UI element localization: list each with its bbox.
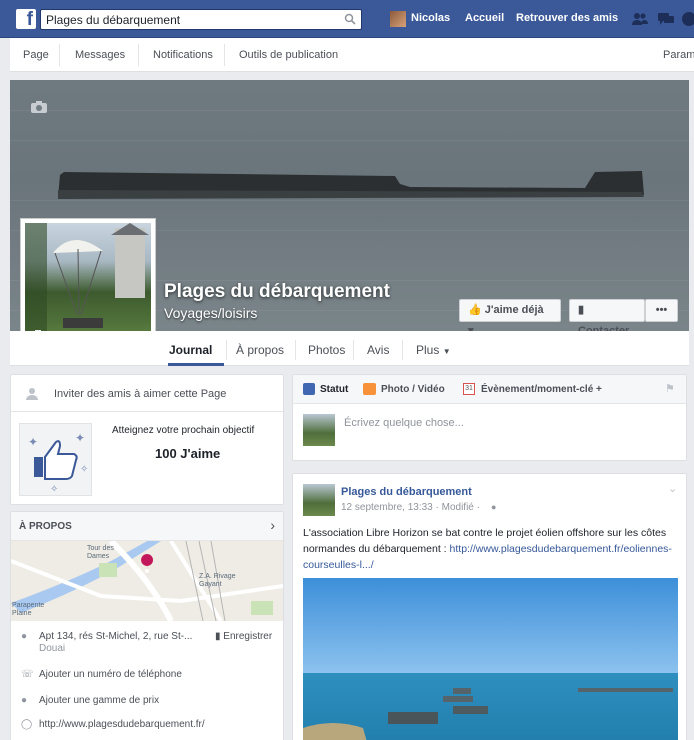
camera-icon[interactable] bbox=[30, 100, 48, 114]
facebook-logo-icon[interactable]: f bbox=[16, 9, 36, 30]
tab-more[interactable]: Plus ▼ bbox=[416, 343, 451, 357]
search-box bbox=[40, 9, 362, 30]
divider bbox=[402, 340, 403, 360]
search-input[interactable] bbox=[41, 10, 337, 29]
bookmark-icon: ▮ bbox=[215, 631, 221, 642]
search-icon[interactable] bbox=[344, 13, 356, 25]
page-category[interactable]: Voyages/loisirs bbox=[164, 305, 257, 321]
page-tabs: Journal À propos Photos Avis Plus ▼ bbox=[10, 331, 689, 366]
price-icon: ● bbox=[21, 695, 28, 706]
svg-text:✧: ✧ bbox=[80, 464, 88, 475]
nav-notifications[interactable]: Notifications bbox=[153, 49, 213, 61]
save-button[interactable]: ▮ Enregistrer bbox=[215, 631, 272, 642]
nav-messages[interactable]: Messages bbox=[75, 49, 125, 61]
svg-text:✦: ✦ bbox=[28, 435, 38, 449]
post-image[interactable] bbox=[303, 578, 678, 740]
nav-publishing-tools[interactable]: Outils de publication bbox=[239, 49, 338, 61]
tab-journal[interactable]: Journal bbox=[169, 343, 212, 357]
flag-icon[interactable]: ⚑ bbox=[665, 382, 675, 395]
composer: Statut Photo / Vidéo 31 Évènement/moment… bbox=[292, 374, 687, 461]
goal-title: Atteignez votre prochain objectif bbox=[112, 425, 255, 436]
goal-illustration: ✦ ✦ ✧ ✧ bbox=[19, 423, 92, 496]
goal-value: 100 J'aime bbox=[155, 446, 221, 461]
active-tab-indicator bbox=[168, 363, 224, 366]
like-button-label: J'aime déjà bbox=[484, 304, 544, 316]
save-label: Enregistrer bbox=[223, 631, 273, 642]
chevron-right-icon[interactable]: › bbox=[270, 517, 275, 533]
tab-photos[interactable]: Photos bbox=[308, 343, 345, 357]
messages-icon[interactable] bbox=[657, 11, 675, 27]
profile-link[interactable]: Nicolas bbox=[411, 12, 450, 24]
add-friend-icon bbox=[26, 388, 38, 400]
page-admin-nav: Page Messages Notifications Outils de pu… bbox=[10, 38, 694, 72]
calendar-icon: 31 bbox=[463, 383, 475, 395]
address: Apt 134, rés St-Michel, 2, rue St-... bbox=[39, 631, 193, 642]
thumbs-up-icon: ✦ ✦ ✧ ✧ bbox=[28, 431, 88, 495]
nav-settings[interactable]: Param bbox=[663, 49, 694, 61]
svg-text:✦: ✦ bbox=[75, 431, 85, 445]
friend-requests-icon[interactable] bbox=[631, 11, 649, 27]
divider bbox=[353, 340, 354, 360]
tab-event[interactable]: Évènement/moment-clé + bbox=[481, 384, 602, 395]
post-image-graphic bbox=[303, 578, 678, 740]
divider bbox=[59, 44, 60, 66]
tab-photo-video[interactable]: Photo / Vidéo bbox=[381, 384, 445, 395]
page-title: Plages du débarquement bbox=[164, 281, 390, 302]
find-friends-link[interactable]: Retrouver des amis bbox=[516, 12, 618, 24]
globe-icon[interactable] bbox=[681, 11, 694, 27]
tab-more-label: Plus bbox=[416, 343, 440, 357]
avatar[interactable] bbox=[390, 11, 406, 27]
photo-icon bbox=[363, 383, 376, 395]
tab-status[interactable]: Statut bbox=[320, 384, 348, 395]
chevron-down-icon[interactable]: ⌄ bbox=[668, 482, 677, 495]
divider bbox=[138, 44, 139, 66]
more-icon: ••• bbox=[655, 304, 668, 316]
composer-tabs: Statut Photo / Vidéo 31 Évènement/moment… bbox=[293, 375, 686, 404]
more-button[interactable]: ••• bbox=[645, 299, 678, 322]
divider bbox=[11, 411, 283, 412]
tab-about[interactable]: À propos bbox=[236, 343, 284, 357]
invite-friends-link[interactable]: Inviter des amis à aimer cette Page bbox=[54, 388, 226, 400]
contact-button[interactable]: ▮ Contacter bbox=[569, 299, 645, 337]
svg-text:✧: ✧ bbox=[50, 484, 58, 495]
map[interactable]: Tour des Dames Z.A. Rivage Gayant Parape… bbox=[11, 541, 283, 621]
divider bbox=[226, 340, 227, 360]
divider bbox=[224, 44, 225, 66]
post-text: L'association Libre Horizon se bat contr… bbox=[303, 525, 678, 573]
map-pin-icon: ● bbox=[21, 631, 28, 642]
globe-icon: ● bbox=[491, 502, 497, 512]
caret-down-icon: ▼ bbox=[442, 347, 451, 356]
globe-icon: ◯ bbox=[21, 719, 33, 730]
city: Douai bbox=[39, 643, 66, 654]
about-header[interactable]: À PROPOS › bbox=[11, 512, 283, 541]
composer-input[interactable]: Écrivez quelque chose... bbox=[344, 417, 464, 429]
map-label: Parapente Plaine bbox=[12, 602, 45, 617]
phone-icon: ☏ bbox=[21, 669, 34, 680]
about-title: À PROPOS bbox=[19, 521, 72, 532]
post-author-avatar[interactable] bbox=[303, 484, 335, 516]
post-meta: 12 septembre, 13:33 · Modifié · bbox=[341, 502, 480, 513]
message-icon: ▮ bbox=[578, 304, 585, 316]
invite-card: Inviter des amis à aimer cette Page ✦ ✦ … bbox=[10, 374, 284, 505]
add-phone-link[interactable]: Ajouter un numéro de téléphone bbox=[39, 669, 182, 680]
thumbs-up-icon: 👍 bbox=[468, 304, 482, 316]
top-bar: f Nicolas Accueil Retrouver des amis bbox=[0, 0, 694, 38]
home-link[interactable]: Accueil bbox=[465, 12, 504, 24]
map-label: Tour des Dames bbox=[87, 545, 114, 560]
divider bbox=[295, 340, 296, 360]
pencil-icon bbox=[303, 383, 315, 395]
about-card: À PROPOS › Tour des Dames Z.A. Rivage Ga… bbox=[10, 511, 284, 740]
tab-reviews[interactable]: Avis bbox=[367, 343, 389, 357]
add-price-link[interactable]: Ajouter une gamme de prix bbox=[39, 695, 159, 706]
nav-page[interactable]: Page bbox=[23, 49, 49, 61]
map-label: Z.A. Rivage Gayant bbox=[199, 573, 236, 588]
post-author[interactable]: Plages du débarquement bbox=[341, 486, 472, 498]
page-avatar bbox=[303, 414, 335, 446]
website-link[interactable]: http://www.plagesdudebarquement.fr/ bbox=[39, 719, 205, 730]
post: Plages du débarquement 12 septembre, 13:… bbox=[292, 473, 687, 740]
like-button[interactable]: 👍 J'aime déjà ▾ bbox=[459, 299, 561, 337]
